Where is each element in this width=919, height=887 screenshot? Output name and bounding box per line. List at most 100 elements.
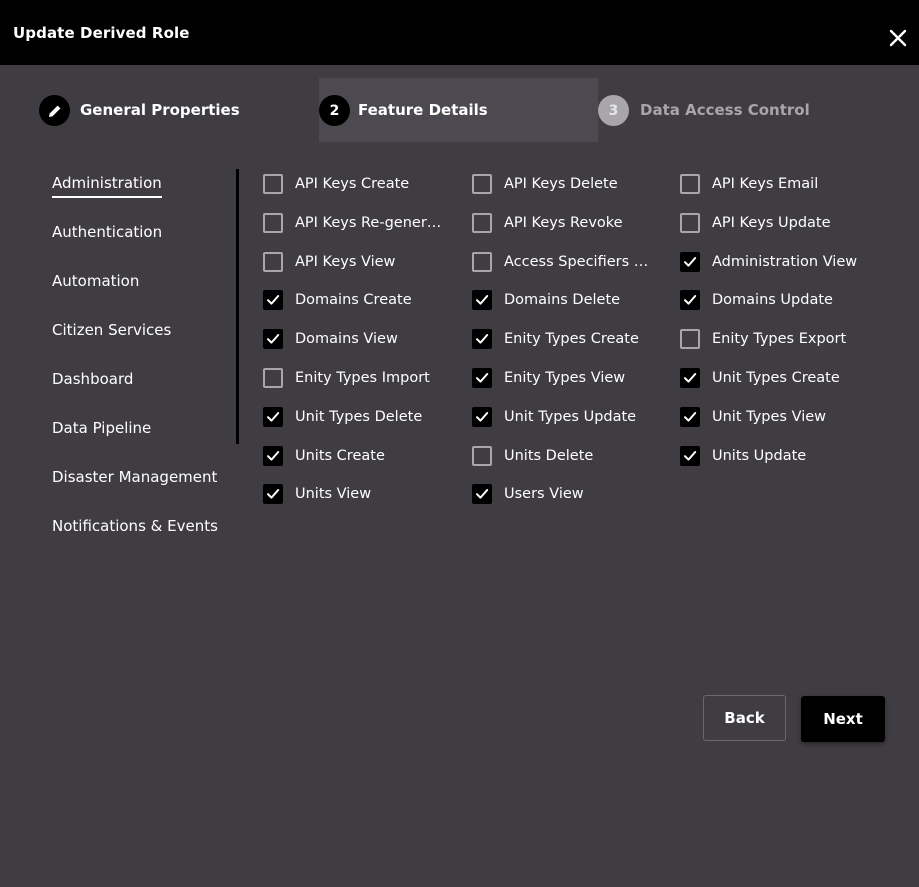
permission-label: API Keys Create — [295, 176, 410, 192]
permission-checkbox-item[interactable]: API Keys Delete — [472, 173, 656, 195]
sidebar-item-automation[interactable]: Automation — [52, 272, 139, 294]
permission-checkbox-item[interactable]: Domains Delete — [472, 289, 656, 311]
permission-checkbox-item[interactable]: API Keys Update — [680, 212, 864, 234]
permission-checkbox-item[interactable]: Users View — [472, 483, 656, 505]
sidebar-item-citizen-services[interactable]: Citizen Services — [52, 321, 171, 343]
sidebar-item-data-pipeline[interactable]: Data Pipeline — [52, 419, 151, 441]
permission-label: API Keys Delete — [504, 176, 618, 192]
permission-checkbox-item[interactable]: API Keys Re-generate — [263, 212, 447, 234]
checkbox-checked-icon[interactable] — [263, 484, 283, 504]
checkbox-unchecked-icon[interactable] — [472, 446, 492, 466]
permission-checkbox-item[interactable]: API Keys Create — [263, 173, 447, 195]
permission-checkbox-item[interactable]: Unit Types Create — [680, 367, 864, 389]
checkbox-unchecked-icon[interactable] — [472, 213, 492, 233]
permission-checkbox-item[interactable]: Enity Types Import — [263, 367, 447, 389]
step-data-access-control[interactable]: 3 Data Access Control — [598, 78, 898, 142]
checkbox-checked-icon[interactable] — [680, 368, 700, 388]
checkbox-checked-icon[interactable] — [680, 407, 700, 427]
step-number: 2 — [319, 95, 350, 126]
permission-label: API Keys Email — [712, 176, 819, 192]
permission-checkbox-item[interactable]: Enity Types Create — [472, 328, 656, 350]
permission-checkbox-item[interactable]: Domains Create — [263, 289, 447, 311]
permission-checkbox-item[interactable]: Units Create — [263, 445, 447, 467]
permission-label: Unit Types View — [712, 409, 827, 425]
permission-checkbox-item[interactable]: Access Specifiers View — [472, 251, 656, 273]
permission-checkbox-item[interactable]: Units Delete — [472, 445, 656, 467]
step-feature-details[interactable]: 2 Feature Details — [319, 78, 598, 142]
checkbox-unchecked-icon[interactable] — [680, 329, 700, 349]
checkbox-unchecked-icon[interactable] — [472, 252, 492, 272]
permission-label: Enity Types Create — [504, 331, 639, 347]
permission-label: API Keys View — [295, 254, 396, 270]
permission-checkbox-item[interactable]: Domains View — [263, 328, 447, 350]
sidebar-item-authentication[interactable]: Authentication — [52, 223, 162, 245]
back-button[interactable]: Back — [703, 695, 786, 741]
permission-checkbox-item[interactable]: Domains Update — [680, 289, 864, 311]
close-icon[interactable] — [888, 28, 908, 48]
permission-label: Domains View — [295, 331, 398, 347]
permission-checkbox-item[interactable]: API Keys View — [263, 251, 447, 273]
permission-checkbox-item[interactable]: Unit Types View — [680, 406, 864, 428]
permission-label: Unit Types Delete — [295, 409, 423, 425]
sidebar-divider — [236, 169, 239, 444]
step-label: Feature Details — [358, 101, 488, 119]
permission-checkbox-item[interactable]: Unit Types Delete — [263, 406, 447, 428]
permission-checkbox-item[interactable]: Units Update — [680, 445, 864, 467]
checkbox-checked-icon[interactable] — [263, 407, 283, 427]
permission-label: Units Create — [295, 448, 385, 464]
permission-label: Domains Update — [712, 292, 833, 308]
permission-checkbox-item[interactable]: Enity Types Export — [680, 328, 864, 350]
checkbox-checked-icon[interactable] — [263, 446, 283, 466]
checkbox-checked-icon[interactable] — [263, 329, 283, 349]
permission-checkbox-item[interactable]: Unit Types Update — [472, 406, 656, 428]
checkbox-checked-icon[interactable] — [472, 368, 492, 388]
next-button[interactable]: Next — [801, 696, 885, 742]
permission-checkbox-item[interactable]: Enity Types View — [472, 367, 656, 389]
checkbox-unchecked-icon[interactable] — [680, 174, 700, 194]
sidebar-item-disaster-management[interactable]: Disaster Management — [52, 468, 217, 490]
permission-label: Unit Types Update — [504, 409, 637, 425]
checkbox-unchecked-icon[interactable] — [680, 213, 700, 233]
permission-checkbox-item[interactable]: API Keys Email — [680, 173, 864, 195]
step-general-properties[interactable]: General Properties — [0, 78, 319, 142]
permission-label: Units View — [295, 486, 372, 502]
checkbox-unchecked-icon[interactable] — [263, 368, 283, 388]
permission-label: Enity Types Import — [295, 370, 430, 386]
checkbox-checked-icon[interactable] — [680, 446, 700, 466]
step-number: 3 — [598, 95, 629, 126]
permission-label: Users View — [504, 486, 584, 502]
checkbox-checked-icon[interactable] — [472, 484, 492, 504]
step-label: General Properties — [80, 101, 240, 119]
permission-label: Administration View — [712, 254, 858, 270]
checkbox-unchecked-icon[interactable] — [263, 252, 283, 272]
permission-label: Enity Types View — [504, 370, 626, 386]
permission-label: Unit Types Create — [712, 370, 840, 386]
permission-label: Enity Types Export — [712, 331, 847, 347]
checkbox-checked-icon[interactable] — [680, 252, 700, 272]
checkbox-checked-icon[interactable] — [263, 290, 283, 310]
permission-label: Domains Delete — [504, 292, 621, 308]
dialog-title: Update Derived Role — [13, 24, 190, 42]
checkbox-unchecked-icon[interactable] — [263, 213, 283, 233]
sidebar-item-administration[interactable]: Administration — [52, 174, 162, 198]
permission-checkbox-item[interactable]: Units View — [263, 483, 447, 505]
permission-label: Units Delete — [504, 448, 594, 464]
checkbox-checked-icon[interactable] — [472, 329, 492, 349]
checkbox-checked-icon[interactable] — [472, 290, 492, 310]
permission-checkbox-item[interactable]: API Keys Revoke — [472, 212, 656, 234]
stepper: General Properties 2 Feature Details 3 D… — [0, 78, 919, 142]
permission-checkbox-item[interactable]: Administration View — [680, 251, 864, 273]
checkbox-checked-icon[interactable] — [680, 290, 700, 310]
dialog-titlebar: Update Derived Role — [0, 0, 919, 65]
sidebar-item-dashboard[interactable]: Dashboard — [52, 370, 133, 392]
step-label: Data Access Control — [640, 101, 810, 119]
checkbox-unchecked-icon[interactable] — [472, 174, 492, 194]
permission-label: Domains Create — [295, 292, 412, 308]
permission-label: API Keys Revoke — [504, 215, 623, 231]
checkbox-unchecked-icon[interactable] — [263, 174, 283, 194]
sidebar-item-notifications-events[interactable]: Notifications & Events — [52, 517, 218, 539]
pencil-icon — [39, 95, 70, 126]
checkbox-checked-icon[interactable] — [472, 407, 492, 427]
permission-label: API Keys Update — [712, 215, 831, 231]
permission-label: Access Specifiers View — [504, 254, 656, 270]
